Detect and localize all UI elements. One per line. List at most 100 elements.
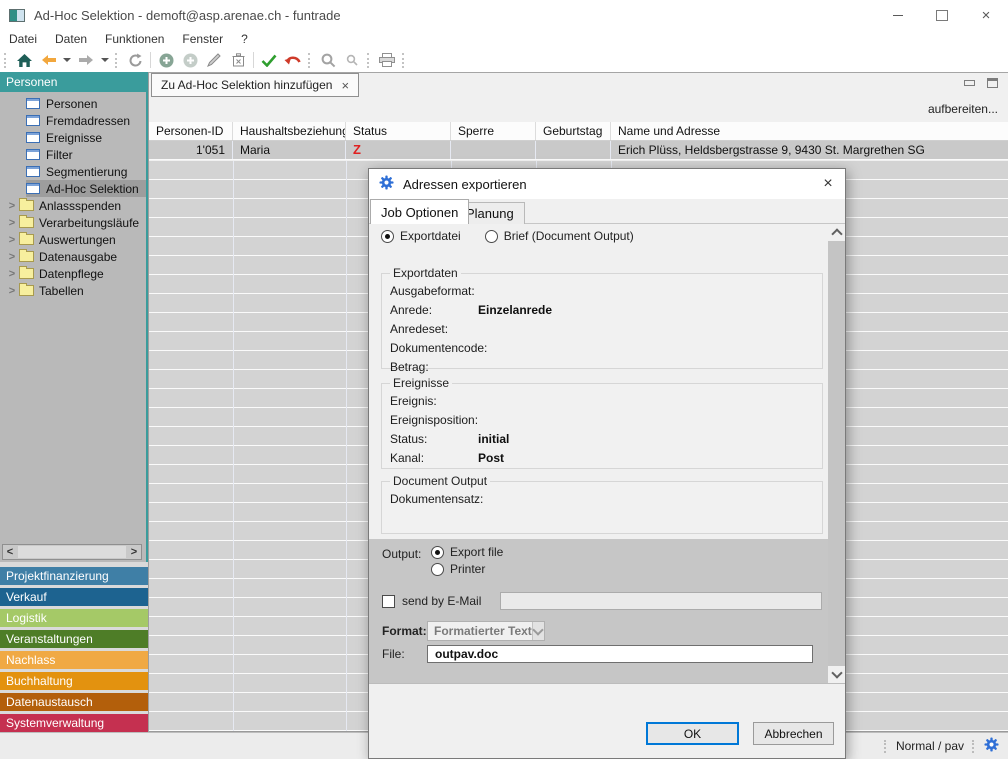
chevron-right-icon[interactable]: >	[5, 234, 19, 246]
table-header: Personen-ID Haushaltsbeziehung Status Sp…	[149, 122, 1008, 141]
aufbereiten-link[interactable]: aufbereiten...	[928, 102, 998, 116]
sidebar-category-nachlass[interactable]: Nachlass	[0, 651, 148, 669]
settings-gear-icon[interactable]	[984, 737, 999, 755]
dialog-title-bar: Adressen exportieren ×	[369, 169, 845, 199]
dialog-tab-strip: Job Optionen Planung	[369, 199, 845, 224]
forward-icon[interactable]	[77, 51, 95, 69]
sidebar-category-datenaustausch[interactable]: Datenaustausch	[0, 693, 148, 711]
window-icon	[26, 149, 40, 160]
forward-dropdown-icon[interactable]	[101, 51, 109, 69]
minimize-button[interactable]	[876, 0, 920, 30]
tab-zu-adhoc-selektion-hinzufuegen[interactable]: Zu Ad-Hoc Selektion hinzufügen ×	[151, 73, 359, 97]
chevron-right-icon[interactable]: >	[5, 268, 19, 280]
toolbar-grip	[115, 53, 120, 68]
folder-icon	[19, 217, 34, 228]
chevron-right-icon[interactable]: >	[5, 217, 19, 229]
delete-trash-icon[interactable]	[229, 51, 247, 69]
maximize-button[interactable]	[920, 0, 964, 30]
folder-icon	[19, 285, 34, 296]
home-icon[interactable]	[15, 51, 33, 69]
scroll-down-icon[interactable]	[828, 666, 845, 683]
sidebar-item-tabellen[interactable]: > Tabellen	[0, 282, 146, 299]
exportdaten-group: Exportdaten Ausgabeformat: Anrede:Einzel…	[381, 266, 823, 369]
chevron-right-icon[interactable]: >	[5, 285, 19, 297]
format-dropdown[interactable]: Formatierter Text	[427, 621, 545, 641]
window-icon	[26, 166, 40, 177]
pane-maximize-icon[interactable]	[987, 78, 998, 88]
sidebar-item-filter[interactable]: Filter	[0, 146, 146, 163]
scroll-right-icon[interactable]: >	[127, 545, 141, 559]
sidebar-panel: Personen Personen Fremdadressen Ereignis…	[0, 72, 148, 562]
add-icon[interactable]	[157, 51, 175, 69]
back-dropdown-icon[interactable]	[63, 51, 71, 69]
window-icon	[26, 132, 40, 143]
sidebar-category-veranstaltungen[interactable]: Veranstaltungen	[0, 630, 148, 648]
anrede-value: Einzelanrede	[478, 301, 552, 320]
search-icon[interactable]	[319, 51, 337, 69]
sidebar-horizontal-scrollbar[interactable]: < >	[2, 544, 142, 560]
back-icon[interactable]	[39, 51, 57, 69]
sidebar-item-ereignisse[interactable]: Ereignisse	[0, 129, 146, 146]
search-small-icon[interactable]	[343, 51, 361, 69]
chevron-down-icon	[532, 622, 544, 640]
sidebar-category-logistik[interactable]: Logistik	[0, 609, 148, 627]
statusbar-grip	[972, 740, 976, 753]
column-header-status[interactable]: Status	[346, 122, 451, 140]
menu-datei[interactable]: Datei	[0, 32, 46, 46]
sidebar-item-personen[interactable]: Personen	[0, 95, 146, 112]
sidebar-item-datenausgabe[interactable]: > Datenausgabe	[0, 248, 146, 265]
tab-close-icon[interactable]: ×	[341, 79, 349, 92]
edit-pencil-icon[interactable]	[205, 51, 223, 69]
dialog-close-icon[interactable]: ×	[811, 175, 845, 193]
document-output-group: Document Output Dokumentensatz:	[381, 474, 823, 534]
dialog-vertical-scrollbar[interactable]	[828, 224, 845, 683]
chevron-right-icon[interactable]: >	[5, 200, 19, 212]
print-icon[interactable]	[378, 51, 396, 69]
menu-daten[interactable]: Daten	[46, 32, 96, 46]
scroll-left-icon[interactable]: <	[3, 545, 17, 559]
refresh-icon[interactable]	[126, 51, 144, 69]
column-header-personen-id[interactable]: Personen-ID	[149, 122, 233, 140]
sidebar-category-systemverwaltung[interactable]: Systemverwaltung	[0, 714, 148, 732]
column-header-name-adresse[interactable]: Name und Adresse	[611, 122, 1008, 140]
confirm-check-icon[interactable]	[260, 51, 278, 69]
pane-minimize-icon[interactable]	[964, 80, 975, 86]
sidebar-item-segmentierung[interactable]: Segmentierung	[0, 163, 146, 180]
scroll-up-icon[interactable]	[828, 224, 845, 241]
sidebar-category-projektfinanzierung[interactable]: Projektfinanzierung	[0, 567, 148, 585]
menu-funktionen[interactable]: Funktionen	[96, 32, 173, 46]
sidebar-item-datenpflege[interactable]: > Datenpflege	[0, 265, 146, 282]
tab-job-optionen[interactable]: Job Optionen	[370, 199, 469, 224]
sidebar-item-fremdadressen[interactable]: Fremdadressen	[0, 112, 146, 129]
cancel-button[interactable]: Abbrechen	[753, 722, 834, 745]
folder-icon	[19, 200, 34, 211]
sidebar-category-buchhaltung[interactable]: Buchhaltung	[0, 672, 148, 690]
radio-printer[interactable]	[431, 563, 444, 576]
column-header-sperre[interactable]: Sperre	[451, 122, 536, 140]
close-button[interactable]: ×	[964, 0, 1008, 30]
file-input[interactable]	[427, 645, 813, 663]
column-header-haushaltsbeziehung[interactable]: Haushaltsbeziehung	[233, 122, 346, 140]
add-secondary-icon[interactable]	[181, 51, 199, 69]
application-window: Ad-Hoc Selektion - demoft@asp.arenae.ch …	[0, 0, 1008, 759]
sidebar-item-adhoc-selektion[interactable]: Ad-Hoc Selektion	[0, 180, 146, 197]
sidebar-item-verarbeitungslaeufe[interactable]: > Verarbeitungsläufe	[0, 214, 146, 231]
email-input[interactable]	[500, 592, 822, 610]
radio-brief-document-output[interactable]	[485, 230, 498, 243]
menu-help[interactable]: ?	[232, 32, 257, 46]
undo-icon[interactable]	[284, 51, 302, 69]
column-header-geburtstag[interactable]: Geburtstag	[536, 122, 611, 140]
ok-button[interactable]: OK	[646, 722, 739, 745]
scrollbar-thumb[interactable]	[18, 546, 126, 558]
send-by-email-checkbox[interactable]	[382, 595, 395, 608]
table-row[interactable]: 1'051 Maria Z Erich Plüss, Heldsbergstra…	[149, 141, 1008, 160]
menu-fenster[interactable]: Fenster	[173, 32, 232, 46]
radio-export-file[interactable]	[431, 546, 444, 559]
sidebar-item-auswertungen[interactable]: > Auswertungen	[0, 231, 146, 248]
sidebar-category-verkauf[interactable]: Verkauf	[0, 588, 148, 606]
statusbar-grip	[884, 740, 888, 753]
sidebar-item-anlassspenden[interactable]: > Anlassspenden	[0, 197, 146, 214]
radio-exportdatei[interactable]	[381, 230, 394, 243]
chevron-right-icon[interactable]: >	[5, 251, 19, 263]
toolbar-grip	[402, 53, 407, 68]
